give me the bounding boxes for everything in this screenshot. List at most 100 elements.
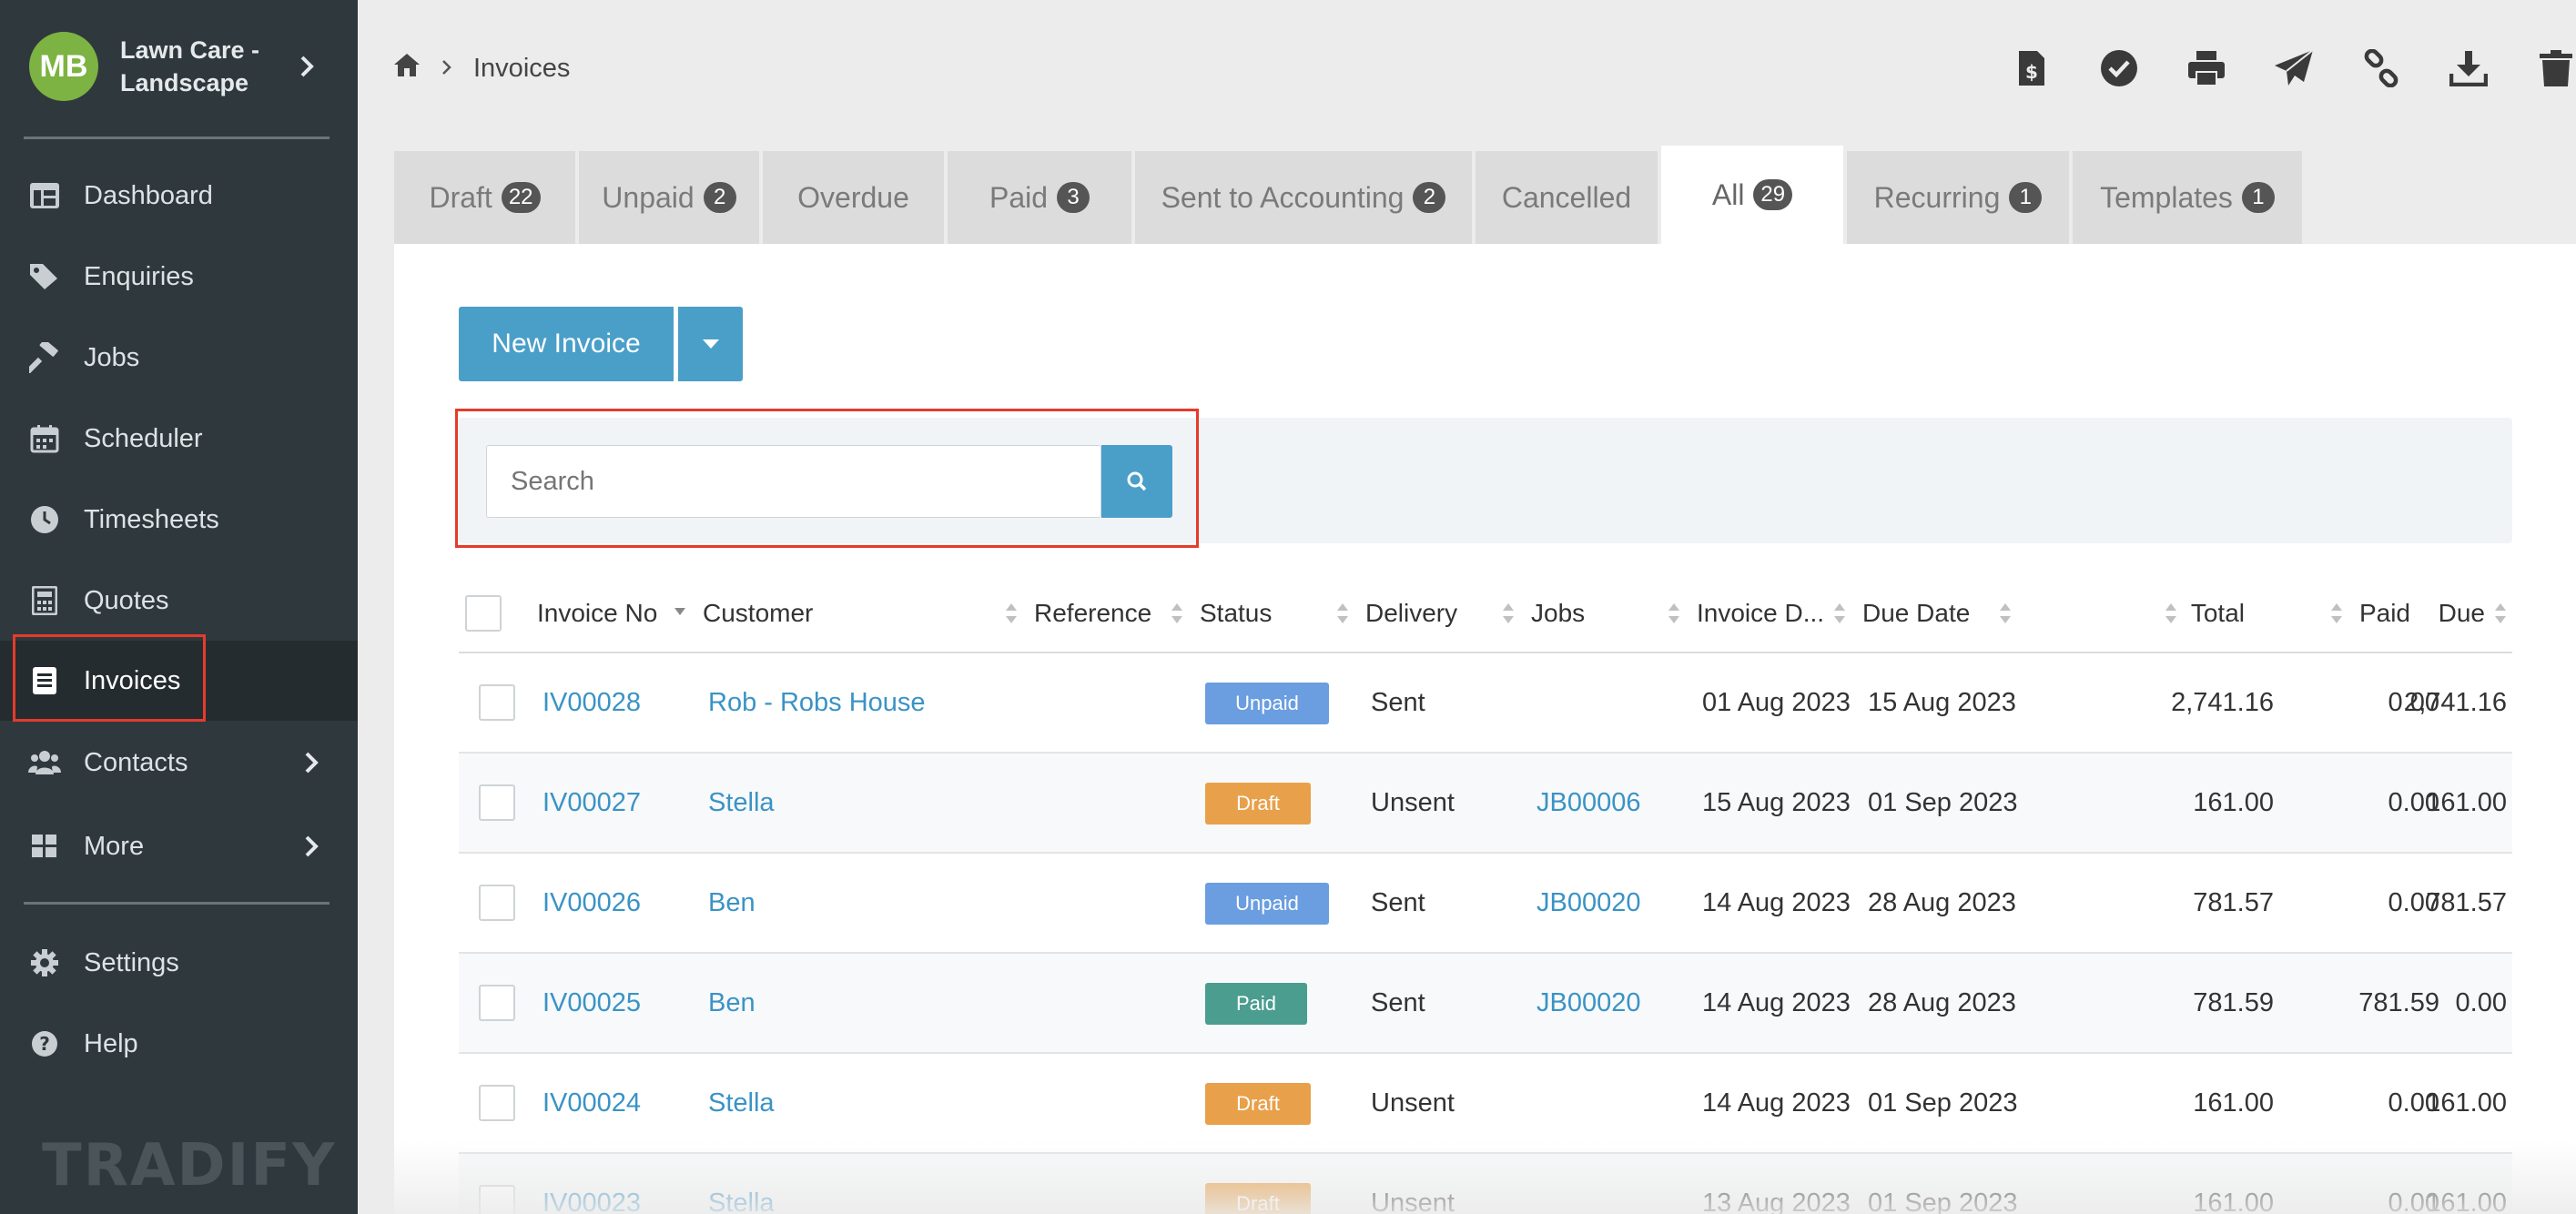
tab-templates[interactable]: Templates 1 <box>2073 151 2302 244</box>
tab-label: Recurring <box>1873 180 2001 214</box>
tab-label: Sent to Accounting <box>1161 180 1405 214</box>
tab-recurring[interactable]: Recurring 1 <box>1847 151 2069 244</box>
sidebar-divider <box>24 137 330 139</box>
chevron-right-icon <box>300 56 314 77</box>
column-status[interactable]: Status <box>1200 573 1272 653</box>
invoice-number-link[interactable]: IV00025 <box>543 954 641 1052</box>
tab-paid[interactable]: Paid 3 <box>948 151 1131 244</box>
due-date-cell: 01 Sep 2023 <box>1868 787 2018 817</box>
row-checkbox[interactable] <box>479 1085 515 1121</box>
customer-link[interactable]: Stella <box>708 754 775 852</box>
customer-link[interactable]: Stella <box>708 1054 775 1152</box>
tab-draft[interactable]: Draft 22 <box>394 151 575 244</box>
row-checkbox[interactable] <box>479 784 515 821</box>
table-row[interactable]: IV00025 Ben Paid Sent JB00020 14 Aug 202… <box>459 954 2512 1054</box>
home-icon[interactable] <box>393 52 421 85</box>
count-badge: 3 <box>1057 182 1090 213</box>
sidebar-item-help[interactable]: ? Help <box>0 1004 358 1084</box>
column-jobs[interactable]: Jobs <box>1531 573 1585 653</box>
tab-label: Paid <box>989 180 1049 214</box>
table-row[interactable]: IV00028 Rob - Robs House Unpaid Sent 01 … <box>459 653 2512 754</box>
sidebar-item-label: Timesheets <box>84 504 219 534</box>
table-header: Invoice No Customer Reference Status Del… <box>459 573 2512 653</box>
table-row[interactable]: IV00027 Stella Draft Unsent JB00006 15 A… <box>459 754 2512 854</box>
row-checkbox[interactable] <box>479 684 515 721</box>
calendar-icon <box>27 421 62 456</box>
send-icon[interactable] <box>2250 36 2338 100</box>
invoice-number-link[interactable]: IV00023 <box>543 1154 641 1214</box>
column-reference[interactable]: Reference <box>1034 573 1151 653</box>
delivery-cell: Sent <box>1371 987 1425 1017</box>
sidebar-item-quotes[interactable]: Quotes <box>0 561 358 641</box>
sidebar-item-scheduler[interactable]: Scheduler <box>0 399 358 479</box>
invoice-number-link[interactable]: IV00026 <box>543 854 641 952</box>
delivery-cell: Sent <box>1371 687 1425 717</box>
row-checkbox[interactable] <box>479 885 515 921</box>
sidebar-item-timesheets[interactable]: Timesheets <box>0 480 358 560</box>
sidebar-item-more[interactable]: More <box>0 806 358 886</box>
hammer-icon <box>27 340 62 375</box>
column-due-date[interactable]: Due Date <box>1862 573 1970 653</box>
sidebar-item-contacts[interactable]: Contacts <box>0 723 358 803</box>
sidebar-item-jobs[interactable]: Jobs <box>0 318 358 398</box>
customer-link[interactable]: Stella <box>708 1154 775 1214</box>
job-link[interactable]: JB00020 <box>1536 954 1641 1052</box>
column-due[interactable]: Due <box>2370 573 2485 653</box>
sort-icon <box>2331 603 2342 623</box>
customer-link[interactable]: Ben <box>708 954 756 1052</box>
sidebar-item-label: Enquiries <box>84 261 194 291</box>
table-row[interactable]: IV00023 Stella Draft Unsent 13 Aug 2023 … <box>459 1154 2512 1214</box>
column-customer[interactable]: Customer <box>703 573 813 653</box>
sidebar-item-enquiries[interactable]: Enquiries <box>0 237 358 317</box>
invoice-number-link[interactable]: IV00024 <box>543 1054 641 1152</box>
sort-desc-icon <box>674 608 685 615</box>
table-row[interactable]: IV00024 Stella Draft Unsent 14 Aug 2023 … <box>459 1054 2512 1154</box>
due-date-cell: 15 Aug 2023 <box>1868 687 2016 717</box>
row-checkbox[interactable] <box>479 985 515 1021</box>
row-checkbox[interactable] <box>479 1185 515 1214</box>
sort-icon <box>1171 603 1182 623</box>
job-link[interactable]: JB00020 <box>1536 854 1641 952</box>
invoice-number-link[interactable]: IV00028 <box>543 653 641 752</box>
tab-cancelled[interactable]: Cancelled <box>1476 151 1658 244</box>
sort-icon <box>1006 603 1017 623</box>
business-switcher[interactable]: MB Lawn Care - Landscape <box>29 32 330 101</box>
tab-all[interactable]: All 29 <box>1661 146 1843 244</box>
caret-down-icon <box>702 339 719 349</box>
status-badge: Paid <box>1205 983 1307 1025</box>
table-row[interactable]: IV00026 Ben Unpaid Sent JB00020 14 Aug 2… <box>459 854 2512 954</box>
status-badge: Draft <box>1205 783 1311 825</box>
sidebar-item-dashboard[interactable]: Dashboard <box>0 156 358 236</box>
column-invoice-date[interactable]: Invoice D... <box>1697 573 1824 653</box>
link-icon[interactable] <box>2338 36 2425 100</box>
tab-unpaid[interactable]: Unpaid 2 <box>579 151 759 244</box>
sidebar-item-settings[interactable]: Settings <box>0 923 358 1003</box>
check-circle-icon[interactable] <box>2075 36 2163 100</box>
tags-icon <box>27 259 62 294</box>
tab-overdue[interactable]: Overdue <box>763 151 944 244</box>
tab-label: Templates <box>2100 180 2233 214</box>
due-cell: 2,741.16 <box>2404 687 2507 717</box>
select-all-checkbox[interactable] <box>465 595 502 632</box>
new-invoice-dropdown-button[interactable] <box>678 307 743 381</box>
invoice-date-cell: 14 Aug 2023 <box>1702 987 1851 1017</box>
job-link[interactable]: JB00006 <box>1536 754 1641 852</box>
column-delivery[interactable]: Delivery <box>1365 573 1457 653</box>
count-badge: 22 <box>501 182 541 213</box>
status-badge: Unpaid <box>1205 883 1329 925</box>
invoice-date-cell: 13 Aug 2023 <box>1702 1188 1851 1214</box>
download-icon[interactable] <box>2425 36 2512 100</box>
column-invoice-no[interactable]: Invoice No <box>537 573 657 653</box>
new-invoice-button[interactable]: New Invoice <box>459 307 674 381</box>
customer-link[interactable]: Ben <box>708 854 756 952</box>
chevron-right-icon <box>305 752 319 774</box>
print-icon[interactable] <box>2163 36 2250 100</box>
customer-link[interactable]: Rob - Robs House <box>708 653 926 752</box>
invoice-number-link[interactable]: IV00027 <box>543 754 641 852</box>
tab-label: All <box>1711 177 1745 211</box>
trash-icon[interactable] <box>2512 36 2576 100</box>
tab-label: Cancelled <box>1501 180 1632 214</box>
tab-sent-to-accounting[interactable]: Sent to Accounting 2 <box>1135 151 1472 244</box>
tab-label: Overdue <box>797 180 909 214</box>
invoice-dollar-icon[interactable]: $ <box>1988 36 2075 100</box>
